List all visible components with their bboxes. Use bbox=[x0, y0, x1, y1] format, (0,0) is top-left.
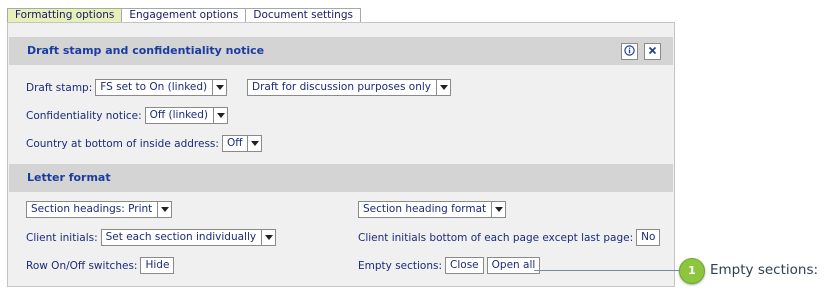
empty-sections-open-all-button[interactable]: Open all bbox=[486, 257, 541, 274]
chevron-down-icon bbox=[213, 108, 227, 123]
confidentiality-label: Confidentiality notice: bbox=[26, 109, 142, 122]
section-heading-format-row: Section heading format bbox=[355, 201, 507, 218]
row-switches-row: Row On/Off switches: Hide bbox=[26, 257, 175, 274]
chevron-down-icon bbox=[436, 80, 450, 95]
letter-section-title: Letter format bbox=[27, 171, 111, 184]
row-switches-label: Row On/Off switches: bbox=[26, 259, 138, 272]
empty-sections-label: Empty sections: bbox=[358, 259, 443, 272]
draft-section-title: Draft stamp and confidentiality notice bbox=[27, 44, 265, 57]
section-heading-format-value: Section heading format bbox=[363, 203, 487, 215]
draft-stamp-row: Draft stamp: FS set to On (linked) bbox=[26, 79, 228, 96]
callout-number-badge: 1 bbox=[679, 258, 705, 284]
confidentiality-dropdown[interactable]: Off (linked) bbox=[144, 107, 229, 124]
draft-text-value: Draft for discussion purposes only bbox=[252, 81, 432, 93]
client-initials-bottom-row: Client initials bottom of each page exce… bbox=[358, 229, 661, 246]
chevron-down-icon bbox=[491, 202, 505, 217]
close-section-button[interactable] bbox=[644, 43, 661, 60]
draft-section-header: Draft stamp and confidentiality notice bbox=[9, 37, 673, 65]
tab-bar: Formatting options Engagement options Do… bbox=[7, 8, 361, 23]
country-row: Country at bottom of inside address: Off bbox=[26, 135, 263, 152]
chevron-down-icon bbox=[157, 202, 171, 217]
section-headings-dropdown[interactable]: Section headings: Print bbox=[26, 201, 173, 218]
section-headings-row: Section headings: Print bbox=[23, 201, 173, 218]
tab-document-settings[interactable]: Document settings bbox=[245, 8, 361, 23]
info-button[interactable] bbox=[621, 43, 638, 60]
draft-text-row: Draft for discussion purposes only bbox=[244, 79, 452, 96]
section-headings-value: Section headings: Print bbox=[31, 203, 153, 215]
client-initials-bottom-button[interactable]: No bbox=[636, 229, 661, 246]
row-switches-button[interactable]: Hide bbox=[140, 257, 175, 274]
confidentiality-row: Confidentiality notice: Off (linked) bbox=[26, 107, 229, 124]
tab-formatting-options[interactable]: Formatting options bbox=[7, 8, 123, 23]
client-initials-label: Client initials: bbox=[26, 231, 98, 244]
info-icon bbox=[624, 44, 635, 59]
empty-sections-row: Empty sections: Close Open all bbox=[358, 257, 541, 274]
country-dropdown[interactable]: Off bbox=[221, 135, 263, 152]
letter-section-header: Letter format bbox=[9, 164, 673, 192]
chevron-down-icon bbox=[261, 230, 275, 245]
country-label: Country at bottom of inside address: bbox=[26, 137, 219, 150]
client-initials-value: Set each section individually bbox=[105, 231, 257, 243]
client-initials-dropdown[interactable]: Set each section individually bbox=[100, 229, 277, 246]
draft-stamp-value: FS set to On (linked) bbox=[100, 81, 208, 93]
draft-text-dropdown[interactable]: Draft for discussion purposes only bbox=[247, 79, 452, 96]
empty-sections-close-button[interactable]: Close bbox=[445, 257, 484, 274]
client-initials-row: Client initials: Set each section indivi… bbox=[26, 229, 277, 246]
tab-engagement-options[interactable]: Engagement options bbox=[121, 8, 247, 23]
draft-stamp-label: Draft stamp: bbox=[26, 81, 93, 94]
callout-connector-line bbox=[534, 270, 682, 271]
formatting-options-panel: Draft stamp and confidentiality notice D… bbox=[7, 22, 675, 287]
confidentiality-value: Off (linked) bbox=[149, 109, 209, 121]
country-value: Off bbox=[226, 137, 243, 149]
chevron-down-icon bbox=[247, 136, 261, 151]
chevron-down-icon bbox=[212, 80, 226, 95]
callout-text: Empty sections: bbox=[710, 262, 819, 278]
client-initials-bottom-label: Client initials bottom of each page exce… bbox=[358, 231, 634, 244]
draft-stamp-dropdown[interactable]: FS set to On (linked) bbox=[95, 79, 228, 96]
section-heading-format-dropdown[interactable]: Section heading format bbox=[358, 201, 507, 218]
close-icon bbox=[648, 45, 657, 58]
